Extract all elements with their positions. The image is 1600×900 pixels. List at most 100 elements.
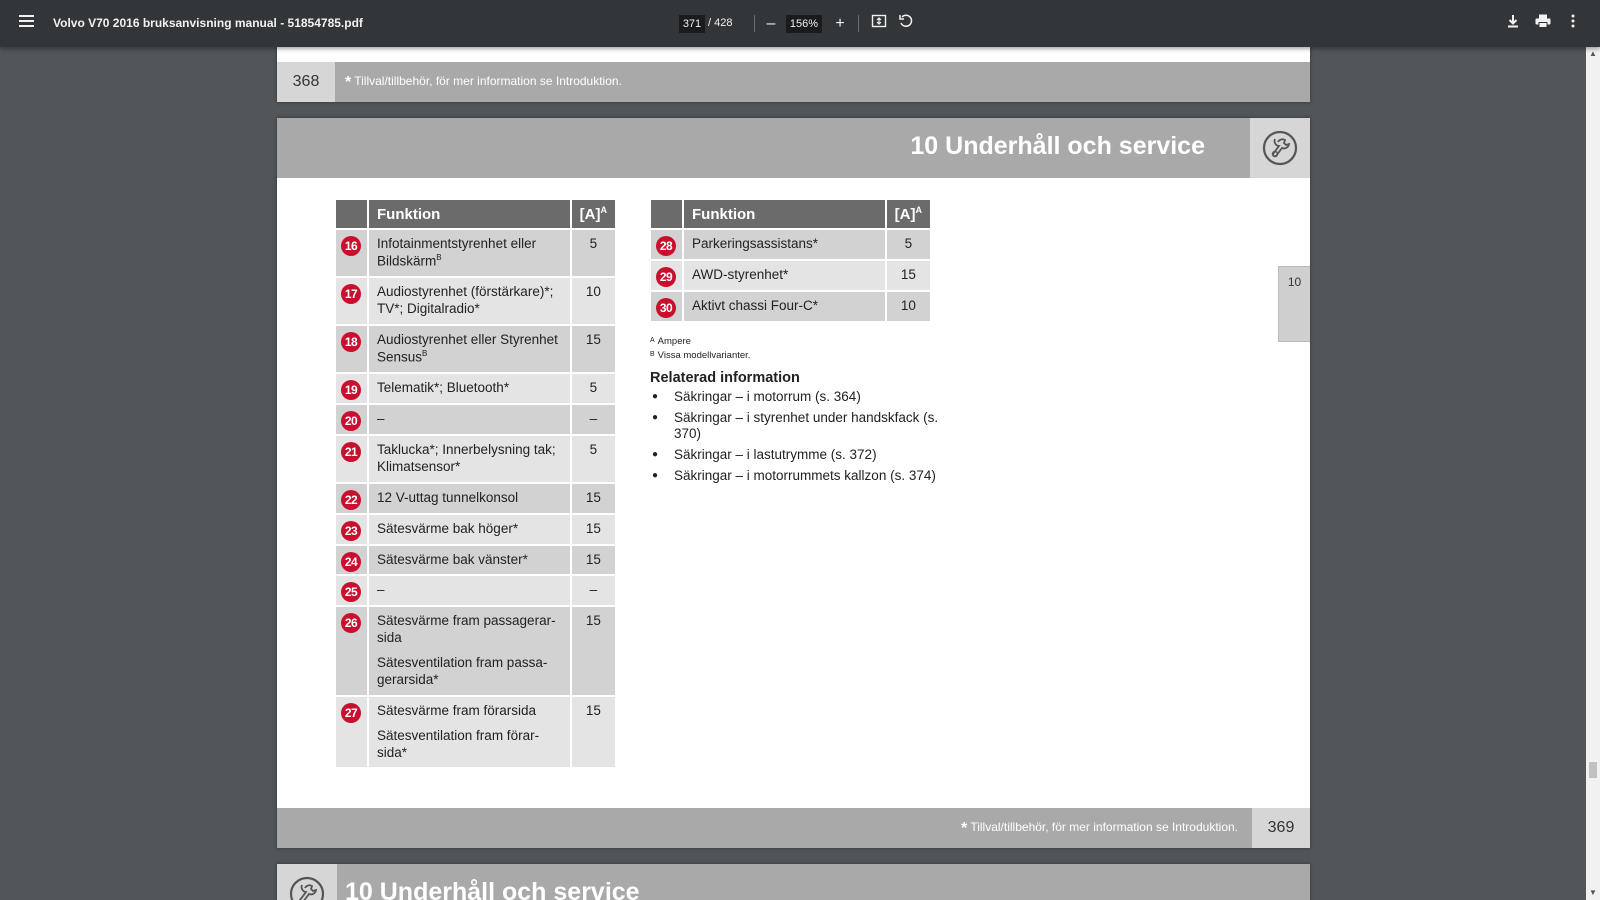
menu-icon[interactable] [16, 12, 38, 34]
fit-page-icon[interactable] [868, 13, 890, 35]
fuse-number-cell: 18 [336, 326, 367, 373]
fuse-number-cell: 17 [336, 278, 367, 324]
scroll-up-icon[interactable]: ▲ [1586, 47, 1600, 61]
footnote-text: Ampere [657, 336, 691, 347]
related-link[interactable]: Säkringar – i styrenhet under handskfack… [650, 410, 940, 442]
fuse-amp-cell: 15 [886, 260, 930, 290]
footnote-mark: B [650, 351, 655, 358]
table-row: 21 Taklucka*; Innerbelysning tak; Klimats… [336, 436, 615, 482]
fuse-function-text: – [377, 411, 385, 427]
fuse-footnote-mark: B [422, 348, 428, 358]
fuse-number-cell: 21 [336, 436, 367, 482]
table-row: 24 Sätesvärme bak vänster* 15 [336, 545, 615, 575]
fuse-function-text: – [377, 582, 385, 598]
fuse-function-text: 12 V-uttag tunnelkonsol [377, 489, 519, 505]
download-icon[interactable] [1502, 13, 1524, 35]
footnote-b: B Vissa modellvarianter. [650, 348, 750, 362]
scroll-down-icon[interactable]: ▼ [1586, 886, 1600, 900]
fuse-footnote-mark: B [436, 252, 442, 262]
scroll-thumb[interactable] [1589, 762, 1597, 778]
header-num [651, 200, 682, 228]
fuse-number-badge: 30 [656, 297, 676, 318]
table-header-row: Funktion [A]A [651, 200, 930, 228]
toolbar-divider [754, 15, 755, 32]
related-information: Relaterad information Säkringar – i moto… [650, 370, 940, 489]
header-amp-label: [A] [579, 206, 601, 223]
fuse-number-badge: 24 [341, 551, 361, 572]
fuse-number-cell: 27 [336, 696, 367, 768]
fuse-number-badge: 29 [656, 266, 676, 287]
fuse-function-text: Sätesvärme fram passagerar-sida [377, 613, 556, 646]
pdf-page-369: 10 Underhåll och service 10 Funktion [A]… [277, 118, 1310, 848]
related-link[interactable]: Säkringar – i motorrummets kallzon (s. 3… [650, 468, 940, 484]
fuse-function-cell: Sätesvärme fram förarsida Sätesventilatio… [369, 696, 570, 768]
page-footer: 368 * Tillval/tillbehör, för mer informat… [277, 62, 1310, 102]
fuse-function-cell: Taklucka*; Innerbelysning tak; Klimatsen… [369, 436, 570, 482]
section-title: 10 Underhåll och service [345, 878, 640, 900]
pdf-toolbar: Volvo V70 2016 bruksanvisning manual - 5… [0, 0, 1600, 47]
fuse-amp-cell: 5 [571, 436, 615, 482]
section-header: 10 Underhåll och service [277, 118, 1310, 178]
related-link[interactable]: Säkringar – i motorrum (s. 364) [650, 389, 940, 405]
zoom-input[interactable] [786, 15, 822, 33]
page-number-input[interactable] [679, 15, 705, 33]
document-title: Volvo V70 2016 bruksanvisning manual - 5… [53, 16, 363, 30]
section-icon-box [277, 864, 337, 900]
fuse-function-cell: AWD-styrenhet* [684, 260, 885, 290]
fuse-amp-cell: 15 [571, 483, 615, 513]
fuse-function-cell: – [369, 576, 570, 606]
table-row: 26 Sätesvärme fram passagerar-sida Sätesve… [336, 607, 615, 695]
fuse-function-text: Taklucka*; Innerbelysning tak; Klimatsen… [377, 442, 556, 474]
fuse-amp-cell: 15 [571, 514, 615, 544]
zoom-in-icon[interactable]: + [829, 13, 851, 35]
section-title: 10 Underhåll och service [910, 132, 1205, 160]
fuse-function-cell: Sätesvärme fram passagerar-sida Sätesvent… [369, 607, 570, 695]
table-row: 20– – [336, 405, 615, 434]
fuse-amp-cell: 5 [571, 374, 615, 404]
table-footnotes: A Ampere B Vissa modellvarianter. [650, 334, 750, 362]
rotate-icon[interactable] [895, 13, 917, 35]
fuse-function-text: Infotainmentstyrenhet eller Bildskärm [377, 236, 537, 269]
footer-note-text: Tillval/tillbehör, för mer information s… [354, 74, 622, 88]
fuse-function-cell: 12 V-uttag tunnelkonsol [369, 483, 570, 513]
table-row: 19 Telematik*; Bluetooth* 5 [336, 374, 615, 404]
fuse-amp-cell: 5 [886, 230, 930, 259]
table-row: 23 Sätesvärme bak höger* 15 [336, 514, 615, 544]
fuse-number-cell: 16 [336, 230, 367, 277]
fuse-number-badge: 26 [341, 613, 361, 634]
fuse-function-text: Sätesvärme fram förarsida [377, 702, 537, 718]
fuse-amp-cell: 5 [571, 230, 615, 277]
fuse-number-cell: 26 [336, 607, 367, 695]
fuse-function-cell: Audiostyrenhet eller Styrenhet SensusB [369, 326, 570, 373]
asterisk: * [345, 74, 352, 91]
pdf-page-370: 10 Underhåll och service [277, 864, 1310, 900]
page-number: 368 [277, 62, 335, 102]
vertical-scrollbar[interactable]: ▲ ▼ [1586, 47, 1600, 900]
header-amp: [A]A [886, 200, 930, 228]
fuse-amp-cell: 15 [571, 696, 615, 768]
fuse-number-cell: 22 [336, 483, 367, 513]
fuse-number-cell: 23 [336, 514, 367, 544]
fuse-number-badge: 23 [341, 520, 361, 541]
fuse-function-text: Audiostyrenhet eller Styrenhet Sensus [377, 332, 558, 365]
fuse-function-cell: Parkeringsassistans* [684, 230, 885, 259]
footer-note-text: Tillval/tillbehör, för mer information s… [970, 820, 1238, 834]
fuse-number-badge: 16 [341, 236, 361, 256]
table-row: 30 Aktivt chassi Four-C* 10 [651, 291, 930, 321]
page-footer: * Tillval/tillbehör, för mer information … [277, 808, 1310, 848]
header-amp-label: [A] [894, 206, 916, 223]
fuse-function-cell: – [369, 405, 570, 434]
fuse-function-cell: Infotainmentstyrenhet eller BildskärmB [369, 230, 570, 277]
fuse-function-cell: Sätesvärme bak höger* [369, 514, 570, 544]
section-icon-box [1250, 118, 1310, 178]
related-link[interactable]: Säkringar – i lastutrymme (s. 372) [650, 447, 940, 463]
more-icon[interactable] [1562, 13, 1584, 35]
fuse-function-text: Sätesvärme bak vänster* [377, 551, 528, 567]
table-row: 27 Sätesvärme fram förarsida Sätesventilat… [336, 696, 615, 768]
fuse-table-left: Funktion [A]A 16 Infotainmentstyrenhet el… [334, 198, 617, 769]
footnote-mark: A [650, 337, 655, 344]
fuse-amp-cell: 15 [571, 607, 615, 695]
print-icon[interactable] [1532, 13, 1554, 35]
zoom-out-icon[interactable]: – [760, 13, 782, 35]
toolbar-divider [858, 15, 859, 32]
